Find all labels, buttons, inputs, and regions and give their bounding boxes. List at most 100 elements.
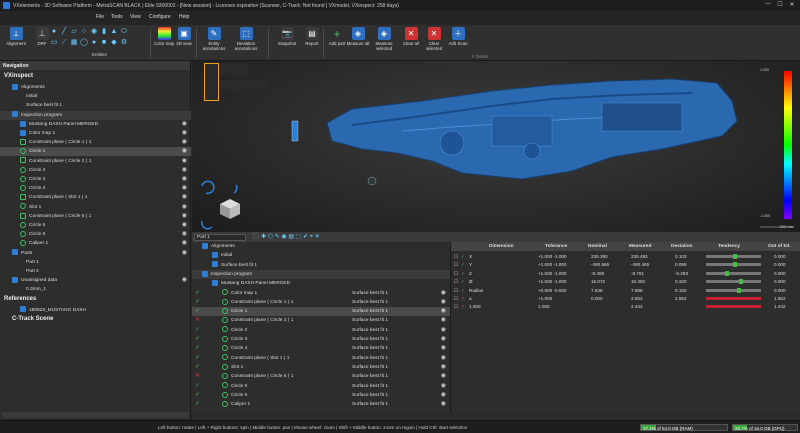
snapshot-button[interactable]: 📷 Snapshot [273,27,301,46]
plane-entity-icon[interactable]: ▱ [70,28,78,36]
visibility-eye-icon[interactable]: ◉ [441,298,446,307]
shape-entity-icon[interactable]: ◆ [110,39,118,47]
visibility-eye-icon[interactable]: ◉ [441,391,446,400]
slot-entity-icon[interactable]: ⬭ [120,28,128,36]
inspection-row[interactable]: ✓ Circle 3 Surface best fit 1 ◉ [192,335,450,344]
inspection-row[interactable]: ✓ Circle 2 Surface best fit 1 ◉ [192,326,450,335]
nav-tree-row[interactable]: References [0,295,191,304]
nav-tree-row[interactable]: Constraint plane ( Slot 1 ) 1 ◉ [0,193,191,202]
tool-icons[interactable]: ⬛ ✚ ⬡ ✎ ◉ ▤ ⬚ ✔ ⌖ ✕ [252,233,320,241]
3d-viewport[interactable]: 200 mm [192,61,800,232]
point-entity-icon[interactable]: ● [50,28,58,36]
menu-tools[interactable]: Tools [111,14,123,20]
visibility-eye-icon[interactable]: ◉ [182,203,187,212]
visibility-eye-icon[interactable]: ◉ [182,212,187,221]
nav-tree-row[interactable]: Constraint plane ( Circle 1 ) 1 ◉ [0,138,191,147]
nav-tree-row[interactable]: 180928_MUSTANG DASH [0,306,191,315]
visibility-eye-icon[interactable]: ◉ [441,354,446,363]
nav-tree-row[interactable]: Mustang DASH Panel MERGED ◉ [0,120,191,129]
nav-tree-row[interactable]: C-Track Scene [0,315,191,324]
polyline-entity-icon[interactable]: ⟋ [60,39,68,47]
visibility-eye-icon[interactable]: ◉ [182,239,187,248]
nav-tree-row[interactable]: 0.3mm_1 [0,285,191,294]
square-entity-icon[interactable]: ■ [100,39,108,47]
visibility-eye-icon[interactable]: ◉ [441,363,446,372]
inspection-row[interactable]: ✓ Circle 4 Surface best fit 1 ◉ [192,344,450,353]
cylinder-entity-icon[interactable]: ▮ [100,28,108,36]
caliper-entity-icon[interactable]: ⚙ [120,39,128,47]
alignment-button[interactable]: ⟂ Alignment [2,27,30,46]
entity-annotations-button[interactable]: ✎ Entity annotations [199,27,229,51]
row-checkbox[interactable]: ☐ [454,302,458,311]
inspection-row[interactable]: ✓ Slot 1 Surface best fit 1 ◉ [192,363,450,372]
inspection-row[interactable]: Mustang DASH Panel MERGED [192,279,450,288]
visibility-eye-icon[interactable]: ◉ [182,193,187,202]
rect-entity-icon[interactable]: ▭ [50,39,58,47]
sphere-entity-icon[interactable]: ◉ [90,28,98,36]
view-toolbar[interactable] [204,63,219,101]
measure-selected-button[interactable]: ◈ Measure selected [370,27,398,51]
delete-button[interactable]: ✕ Delete [471,53,489,61]
inspection-row[interactable]: Initial [192,251,450,260]
nav-tree-row[interactable]: Initial [0,92,191,101]
inspection-row[interactable]: ✓ Constraint plane ( Slot 1 ) 1 Surface be… [192,354,450,363]
cone-entity-icon[interactable]: ▲ [110,28,118,36]
visibility-eye-icon[interactable]: ◉ [182,120,187,129]
nav-tree-row[interactable]: Caliper 1 ◉ [0,239,191,248]
table-row[interactable]: ☐ ✕ 1.000 1.000 2.442 1.442 [451,302,800,311]
circle-entity-icon[interactable]: ○ [80,28,88,36]
visibility-eye-icon[interactable]: ◉ [441,400,446,409]
nav-tree-row[interactable]: Circle 2 ◉ [0,166,191,175]
nav-tree-row[interactable]: Slot 1 ◉ [0,203,191,212]
report-button[interactable]: ▤ Report [298,27,326,46]
visibility-eye-icon[interactable]: ◉ [182,166,187,175]
nav-tree-row[interactable]: VXinspect [0,72,191,81]
visibility-eye-icon[interactable]: ◉ [182,175,187,184]
nav-tree-row[interactable]: Part 2 [0,267,191,276]
inspection-row[interactable]: ✓ Circle 6 Surface best fit 1 ◉ [192,391,450,400]
2d-view-button[interactable]: ▣ 2D view [170,27,198,46]
inspection-row[interactable]: ✓ Circle 5 Surface best fit 1 ◉ [192,382,450,391]
visibility-eye-icon[interactable]: ◉ [441,307,446,316]
grid-entity-icon[interactable]: ▦ [70,39,78,47]
nav-tree-row[interactable]: Alignments [0,83,191,92]
nav-tree-row[interactable]: Circle 6 ◉ [0,230,191,239]
inspection-row[interactable]: ✕ Constraint plane ( Circle 2 ) 1 Surface … [192,316,450,325]
visibility-eye-icon[interactable]: ◉ [182,138,187,147]
visibility-eye-icon[interactable]: ◉ [182,249,187,258]
nav-tree-row[interactable]: Unassigned data ◉ [0,276,191,285]
nav-tree-row[interactable]: Circle 1 ◉ [0,147,191,157]
menu-file[interactable]: File [96,14,104,20]
nav-tree-row[interactable]: Circle 4 ◉ [0,184,191,193]
nav-tree-row[interactable]: Circle 3 ◉ [0,175,191,184]
inspection-row[interactable]: ✓ Circle 1 Surface best fit 1 ◉ [192,307,450,317]
nav-scrollbar[interactable] [2,412,189,418]
visibility-eye-icon[interactable]: ◉ [182,147,187,156]
minimize-button[interactable]: — [762,1,774,8]
visibility-eye-icon[interactable]: ◉ [182,230,187,239]
nav-tree-row[interactable]: Part 1 [0,258,191,267]
menu-configure[interactable]: Configure [149,14,171,20]
visibility-eye-icon[interactable]: ◉ [441,382,446,391]
visibility-eye-icon[interactable]: ◉ [441,326,446,335]
visibility-eye-icon[interactable]: ◉ [441,316,446,325]
nav-tree-row[interactable]: Constraint plane ( Circle 2 ) 1 ◉ [0,157,191,166]
visibility-eye-icon[interactable]: ◉ [441,344,446,353]
view-toolbar-secondary[interactable] [220,63,248,75]
nav-tree-row[interactable]: Surface best fit 1 [0,101,191,110]
deviation-annotations-button[interactable]: ⬚ Deviation annotations [230,27,262,51]
visibility-eye-icon[interactable]: ◉ [441,372,446,381]
inspection-row[interactable]: Alignments [192,242,450,251]
nav-tree-row[interactable]: Constraint plane ( Circle 5 ) 1 ◉ [0,212,191,221]
menu-help[interactable]: Help [179,14,189,20]
view-toolbar-tertiary[interactable] [220,80,268,90]
maximize-button[interactable]: ☐ [774,1,786,8]
inspection-row[interactable]: ✓ Caliper 1 Surface best fit 1 ◉ [192,400,450,409]
nav-tree-row[interactable]: Color map 1 ◉ [0,129,191,138]
part-selector[interactable]: Part 1 [194,234,246,241]
line-entity-icon[interactable]: ╱ [60,28,68,36]
visibility-eye-icon[interactable]: ◉ [182,184,187,193]
inspection-row[interactable]: Surface best fit 1 [192,261,450,270]
measure-all-button[interactable]: ◈ Measure all [344,27,372,46]
disc-entity-icon[interactable]: ● [90,39,98,47]
